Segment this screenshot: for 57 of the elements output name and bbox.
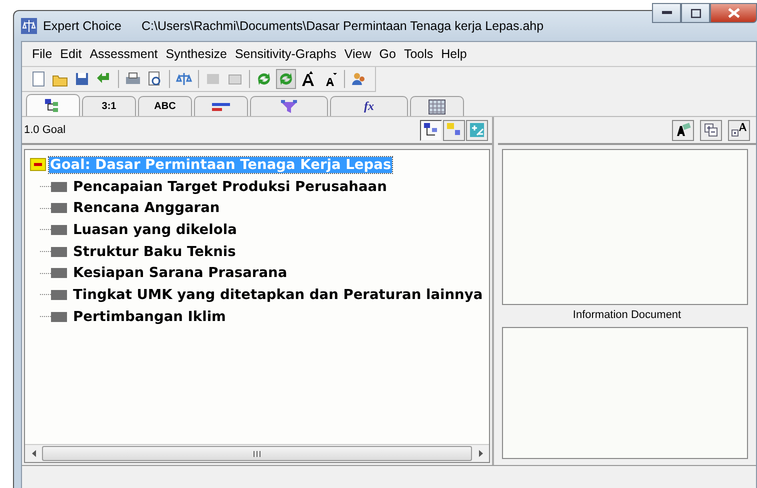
criterion-node[interactable]: Pertimbangan Iklim	[72, 308, 227, 325]
tab[interactable]	[410, 96, 464, 116]
maximize-icon	[690, 8, 700, 18]
font-icon[interactable]	[728, 120, 750, 140]
menu-item[interactable]: Help	[437, 45, 471, 63]
text-pane[interactable]	[502, 149, 748, 305]
grip-icon	[253, 450, 261, 456]
menu-item[interactable]: Tools	[400, 45, 438, 63]
tab[interactable]	[194, 96, 248, 116]
menu-item[interactable]: File	[28, 45, 56, 63]
minimize-icon	[662, 11, 672, 15]
menu-item[interactable]: Synthesize	[162, 45, 231, 63]
app-icon	[21, 18, 37, 34]
node-marker-icon	[51, 312, 67, 322]
window-title: Expert Choice	[43, 19, 122, 33]
node-marker-icon	[51, 268, 67, 278]
tab[interactable]: fx	[330, 96, 408, 116]
nodes-icon[interactable]	[443, 120, 465, 140]
info-document-label: Information Document	[572, 308, 682, 323]
node-marker-icon	[51, 290, 67, 300]
scroll-right-icon[interactable]	[478, 450, 482, 457]
close-button[interactable]	[710, 3, 757, 23]
criterion-node[interactable]: Rencana Anggaran	[72, 200, 221, 216]
node-marker-icon	[51, 203, 67, 214]
menu-item[interactable]: Sensitivity-Graphs	[230, 45, 340, 63]
tab[interactable]: 3:1	[82, 96, 136, 116]
criterion-node[interactable]: Kesiapan Sarana Prasarana	[72, 265, 288, 282]
node-path-label: 1.0 Goal	[24, 124, 66, 136]
menu-item[interactable]: Assessment	[86, 45, 162, 63]
criterion-node[interactable]: Luasan yang dikelola	[72, 222, 238, 238]
criterion-node[interactable]: Struktur Baku Teknis	[72, 244, 237, 260]
plus-minus-icon[interactable]	[466, 120, 488, 140]
collapse-toggle[interactable]	[30, 158, 46, 172]
menu-item[interactable]: Edit	[56, 45, 86, 63]
node-marker-icon	[51, 224, 67, 235]
scrollbar-thumb[interactable]	[42, 446, 472, 461]
menu-item[interactable]: Go	[375, 45, 400, 63]
tab[interactable]: ABC	[138, 96, 192, 116]
close-icon	[728, 8, 740, 18]
criterion-node[interactable]: Pencapaian Target Produksi Perusahaan	[72, 178, 388, 195]
criterion-node[interactable]: Tingkat UMK yang ditetapkan dan Peraturan lainnya	[72, 286, 484, 303]
tab[interactable]	[250, 96, 328, 116]
maximize-button[interactable]	[681, 3, 710, 23]
minimize-button[interactable]	[652, 3, 681, 23]
collapse-icon[interactable]	[700, 120, 722, 140]
information-document-field[interactable]	[502, 327, 748, 459]
funnel-icon	[279, 98, 299, 114]
node-marker-icon	[51, 182, 67, 192]
scrollbar-track[interactable]	[25, 444, 489, 462]
grid-icon	[428, 98, 446, 114]
font-edit-icon[interactable]	[672, 120, 694, 140]
tree-icon[interactable]	[420, 120, 442, 140]
menu-item[interactable]: View	[340, 45, 376, 63]
node-marker-icon	[51, 246, 67, 257]
file-path: C:\Users\Rachmi\Documents\Dasar Permintaan Tenaga kerja Lepas.ahp	[142, 19, 544, 33]
tab[interactable]	[26, 94, 80, 116]
scroll-left-icon[interactable]	[32, 450, 36, 457]
